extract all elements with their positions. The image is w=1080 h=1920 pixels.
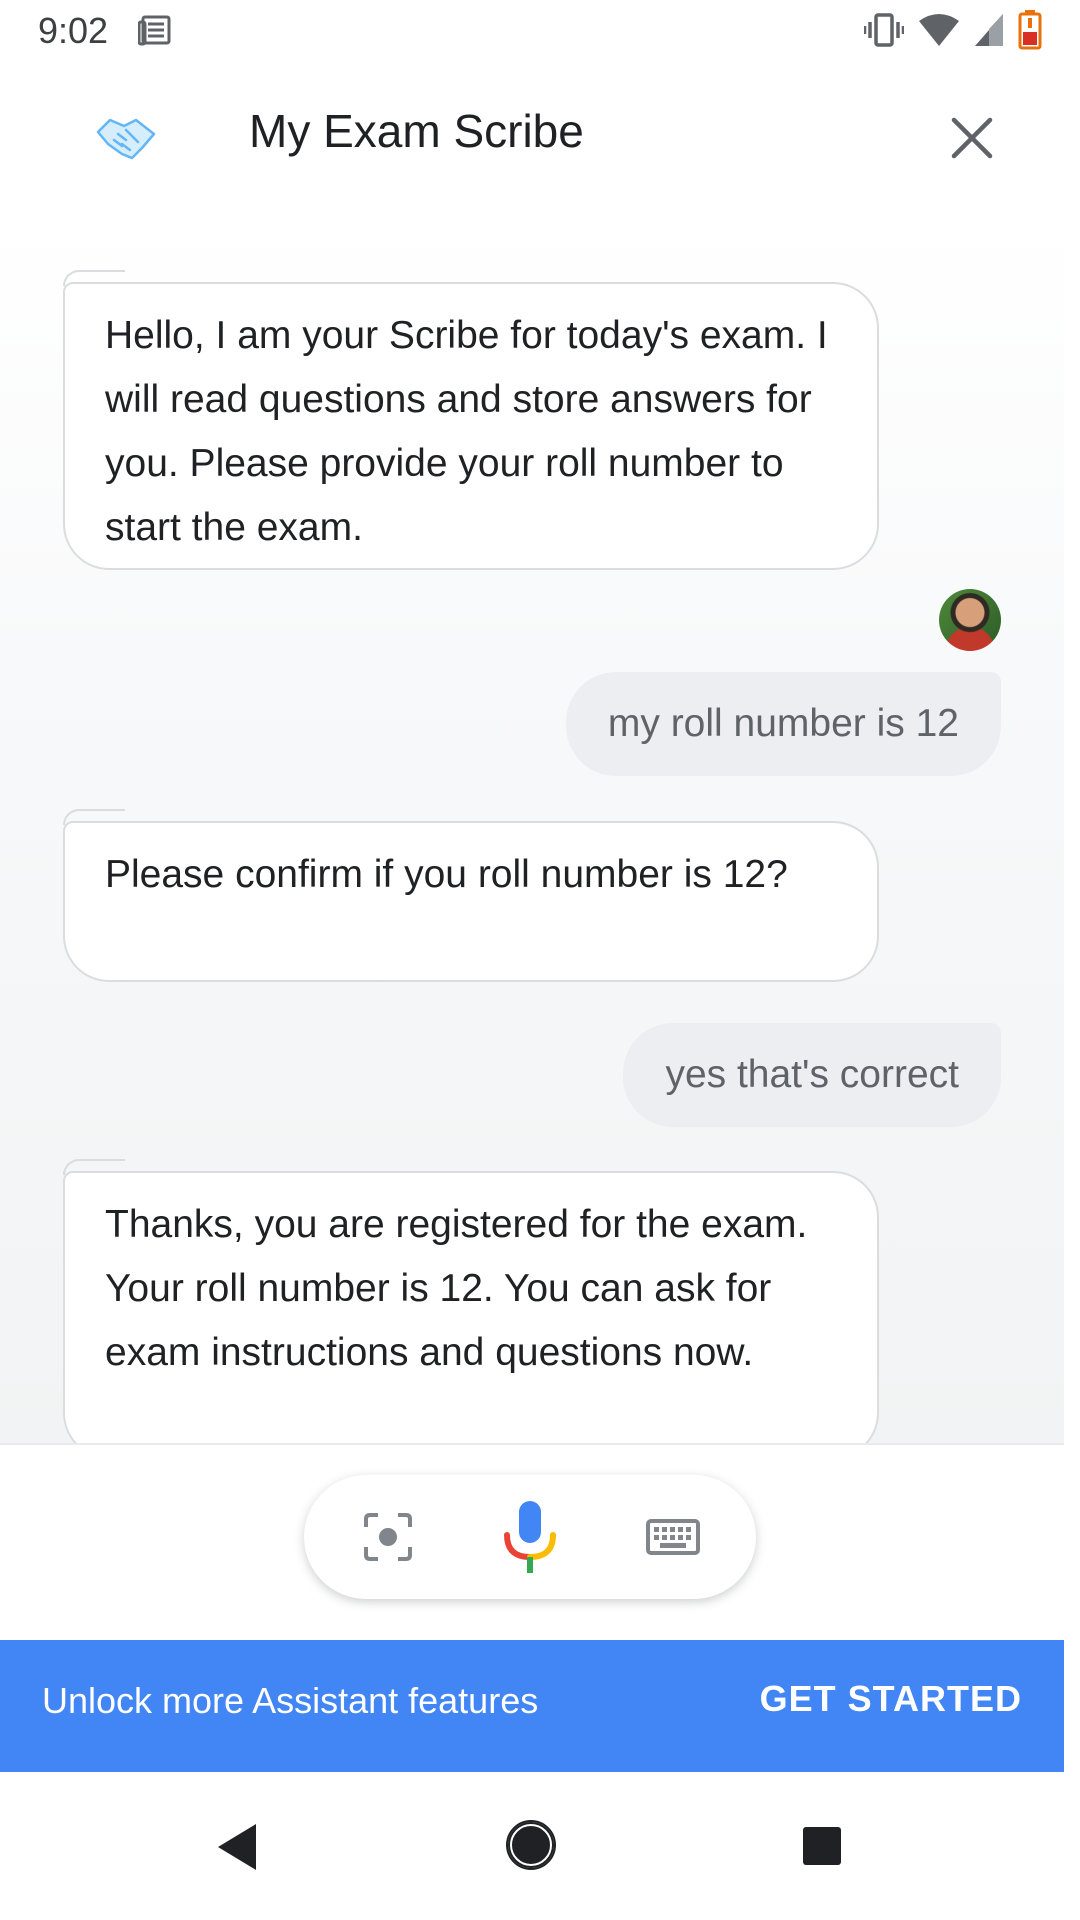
input-area [0, 1445, 1064, 1640]
header: My Exam Scribe [0, 64, 1064, 204]
close-icon[interactable] [944, 110, 1000, 166]
news-notification-icon [138, 15, 171, 46]
lens-icon[interactable] [360, 1509, 416, 1565]
bot-message: Hello, I am your Scribe for today's exam… [63, 270, 879, 570]
back-icon[interactable] [216, 1822, 258, 1872]
status-icons [864, 10, 1042, 50]
signal-icon [975, 14, 1003, 46]
promo-banner: Unlock more Assistant features GET START… [0, 1640, 1064, 1772]
user-message: yes that's correct [623, 1023, 1001, 1127]
status-bar: 9:02 [0, 0, 1080, 64]
bot-message: Thanks, you are registered for the exam.… [63, 1159, 879, 1459]
vibrate-icon [864, 13, 904, 47]
get-started-button[interactable]: GET STARTED [760, 1678, 1022, 1720]
home-icon[interactable] [505, 1819, 557, 1871]
promo-text: Unlock more Assistant features [42, 1680, 539, 1721]
handshake-icon [96, 118, 156, 160]
screen-edge [1064, 64, 1080, 1772]
input-pill [304, 1475, 756, 1599]
wifi-icon [919, 14, 959, 46]
battery-icon [1018, 10, 1042, 50]
microphone-icon[interactable] [499, 1499, 561, 1575]
status-time: 9:02 [38, 10, 109, 51]
bot-message: Please confirm if you roll number is 12? [63, 809, 879, 982]
user-avatar [939, 589, 1001, 651]
conversation: Hello, I am your Scribe for today's exam… [0, 204, 1064, 1504]
navigation-bar [0, 1772, 1080, 1920]
assistant-sheet: My Exam Scribe Hello, I am your Scribe f… [0, 64, 1064, 1640]
keyboard-icon[interactable] [646, 1509, 700, 1565]
recents-icon[interactable] [802, 1826, 842, 1866]
user-message: my roll number is 12 [565, 672, 1001, 776]
page-title: My Exam Scribe [249, 105, 584, 157]
